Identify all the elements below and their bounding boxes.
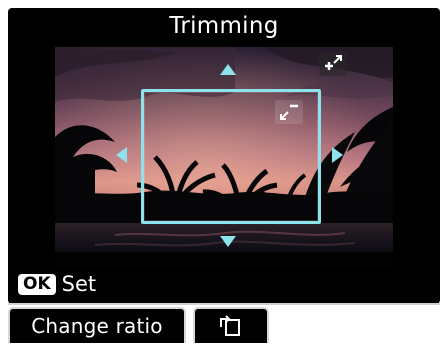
- zoom-in-glyph: [325, 55, 342, 70]
- set-label: Set: [61, 272, 97, 296]
- zoom-out-shrink-icon[interactable]: [275, 100, 303, 124]
- softkey-bar: Change ratio: [8, 305, 440, 343]
- zoom-out-glyph: [280, 104, 298, 120]
- rotate-frame-icon: [216, 313, 246, 339]
- change-ratio-label: Change ratio: [31, 314, 163, 338]
- arrow-down-icon[interactable]: [220, 236, 236, 247]
- ok-set-hint: OK Set: [18, 269, 96, 299]
- change-ratio-button[interactable]: Change ratio: [8, 307, 186, 343]
- screen-title: Trimming: [169, 13, 279, 39]
- arrow-left-icon[interactable]: [116, 147, 127, 163]
- rotate-frame-button[interactable]: [193, 307, 269, 343]
- ok-key-badge: OK: [18, 273, 56, 295]
- arrow-right-icon[interactable]: [332, 147, 343, 163]
- trimming-screen: Trimming OK Set Change ratio: [0, 0, 448, 345]
- arrow-up-icon[interactable]: [220, 64, 236, 75]
- zoom-in-expand-icon[interactable]: [319, 52, 347, 76]
